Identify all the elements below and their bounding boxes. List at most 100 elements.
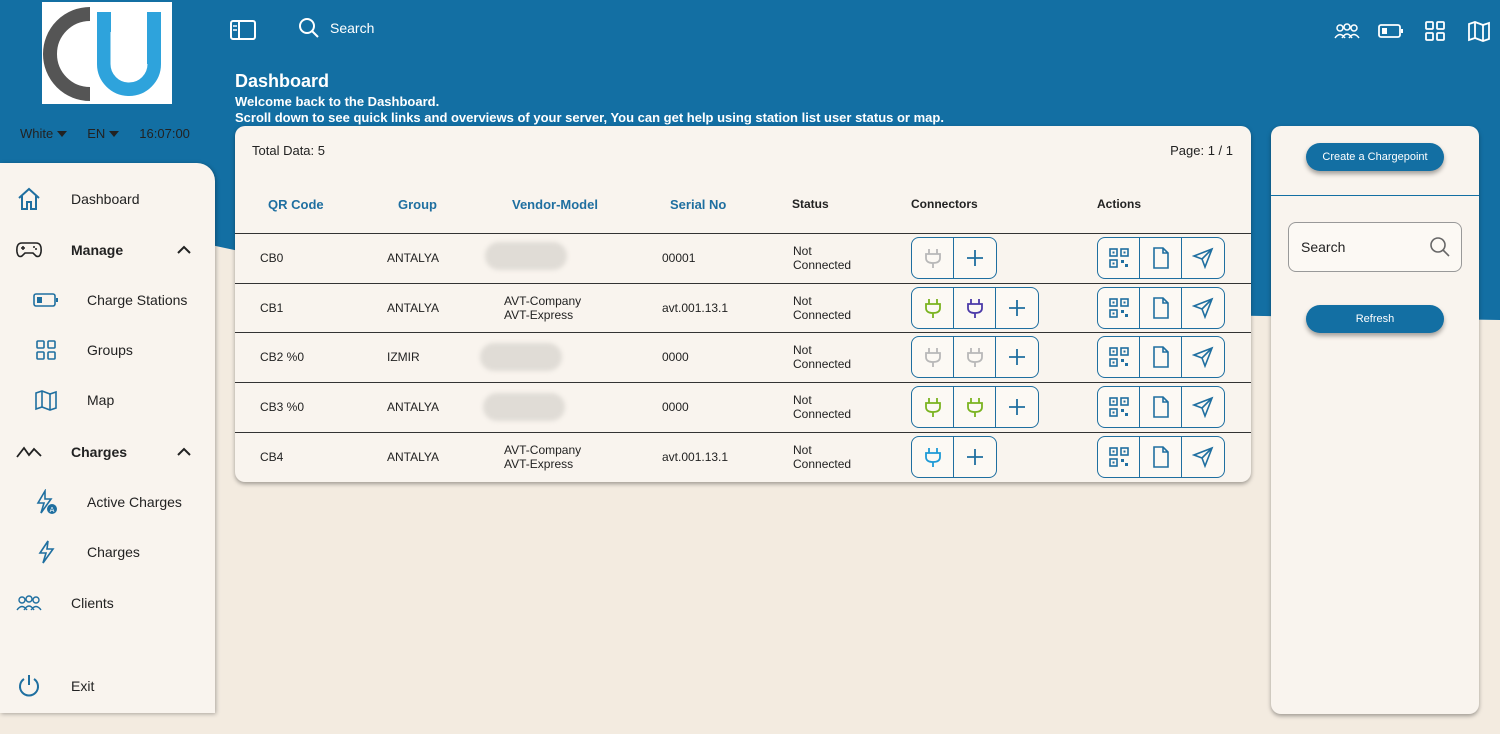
sidebar-item-charges-group[interactable]: Charges [0,432,215,472]
plus-icon [967,449,983,465]
document-button[interactable] [1140,437,1182,477]
qr-button[interactable] [1098,288,1140,328]
cell-status: Not Connected [793,294,852,322]
panel-search-input[interactable]: Search [1288,222,1462,272]
plug-icon [924,348,941,367]
add-connector-button[interactable] [954,437,996,477]
cell-status: Not Connected [793,244,852,272]
sidebar-item-clients[interactable]: Clients [0,583,215,623]
sidebar: Dashboard Manage Charge Stations Groups … [0,163,215,713]
qr-button[interactable] [1098,437,1140,477]
action-group [1097,386,1225,428]
add-connector-button[interactable] [996,337,1038,377]
action-group [1097,336,1225,378]
header-serial-no[interactable]: Serial No [670,197,726,212]
sidebar-item-label: Map [87,392,115,408]
document-button[interactable] [1140,387,1182,427]
document-button[interactable] [1140,288,1182,328]
sidebar-item-label: Charge Stations [87,292,188,308]
stations-table-card: Total Data: 5 Page: 1 / 1 QR Code Group … [235,126,1251,482]
send-button[interactable] [1182,337,1224,377]
sidebar-item-label: Active Charges [87,494,182,510]
language-select[interactable]: EN [87,126,120,141]
map-icon[interactable] [1466,18,1492,44]
cell-qr: CB3 %0 [260,400,305,414]
connector-plug-button[interactable] [954,288,996,328]
sidebar-item-label: Manage [71,242,124,258]
action-group [1097,287,1225,329]
cell-group: ANTALYA [387,301,440,315]
sidebar-item-charges[interactable]: Charges [0,532,215,572]
cell-group: ANTALYA [387,450,440,464]
battery-icon [32,286,60,314]
theme-select[interactable]: White [20,126,68,141]
qr-button[interactable] [1098,238,1140,278]
connector-plug-button[interactable] [912,437,954,477]
create-chargepoint-button[interactable]: Create a Chargepoint [1306,143,1444,171]
cell-serial: avt.001.13.1 [662,301,729,315]
grid-icon[interactable] [1422,18,1448,44]
sidebar-item-charge-stations[interactable]: Charge Stations [0,280,215,320]
connector-plug-button[interactable] [912,288,954,328]
qr-button[interactable] [1098,337,1140,377]
header-search[interactable]: Search [298,17,374,39]
sidebar-item-groups[interactable]: Groups [0,330,215,370]
sidebar-toggle-button[interactable] [229,18,257,47]
sidebar-item-exit[interactable]: Exit [0,666,215,706]
header-qr-code[interactable]: QR Code [268,197,324,212]
sidebar-item-active-charges[interactable]: A Active Charges [0,482,215,522]
qr-code-icon [1108,447,1129,467]
header-group[interactable]: Group [398,197,437,212]
send-button[interactable] [1182,437,1224,477]
sidebar-item-label: Exit [71,678,95,694]
table-row: CB3 %0 ANTALYA 0000 Not Connected [235,382,1251,432]
action-group [1097,237,1225,279]
sidebar-item-manage[interactable]: Manage [0,230,215,270]
sidebar-item-dashboard[interactable]: Dashboard [0,179,215,219]
app-logo [42,2,172,104]
redacted-vendor [483,393,565,421]
connector-plug-button[interactable] [912,238,954,278]
connector-plug-button[interactable] [954,337,996,377]
cell-status: Not Connected [793,343,852,371]
qr-button[interactable] [1098,387,1140,427]
table-row: CB1 ANTALYA AVT-Company AVT-Express avt.0… [235,283,1251,333]
connector-plug-button[interactable] [954,387,996,427]
send-button[interactable] [1182,387,1224,427]
cell-vendor: AVT-Company AVT-Express [504,443,582,471]
cell-serial: 0000 [662,400,689,414]
chevron-down-icon [109,130,120,137]
page-indicator: Page: 1 / 1 [1170,143,1233,158]
document-button[interactable] [1140,238,1182,278]
total-count: Total Data: 5 [252,143,325,158]
page-description: Scroll down to see quick links and overv… [235,110,944,125]
send-icon [1192,396,1214,418]
clients-icon [15,589,43,617]
redacted-vendor [480,343,562,371]
connector-plug-button[interactable] [912,337,954,377]
add-connector-button[interactable] [996,387,1038,427]
panel-search-placeholder: Search [1301,239,1346,255]
clock: 16:07:00 [139,126,190,141]
sidebar-item-label: Charges [87,544,140,560]
connector-group [911,386,1039,428]
sidebar-item-map[interactable]: Map [0,380,215,420]
connector-plug-button[interactable] [912,387,954,427]
refresh-button[interactable]: Refresh [1306,305,1444,333]
send-button[interactable] [1182,238,1224,278]
add-connector-button[interactable] [954,238,996,278]
document-button[interactable] [1140,337,1182,377]
clients-icon[interactable] [1334,18,1360,44]
add-connector-button[interactable] [996,288,1038,328]
send-button[interactable] [1182,288,1224,328]
settings-bar: White EN 16:07:00 [20,126,190,141]
connector-group [911,336,1039,378]
cell-qr: CB1 [260,301,284,315]
cell-qr: CB2 %0 [260,350,305,364]
header-vendor-model[interactable]: Vendor-Model [512,197,598,212]
send-icon [1192,346,1214,368]
cell-serial: 0000 [662,350,689,364]
battery-icon[interactable] [1378,18,1404,44]
cell-status: Not Connected [793,443,852,471]
cell-qr: CB0 [260,251,284,265]
